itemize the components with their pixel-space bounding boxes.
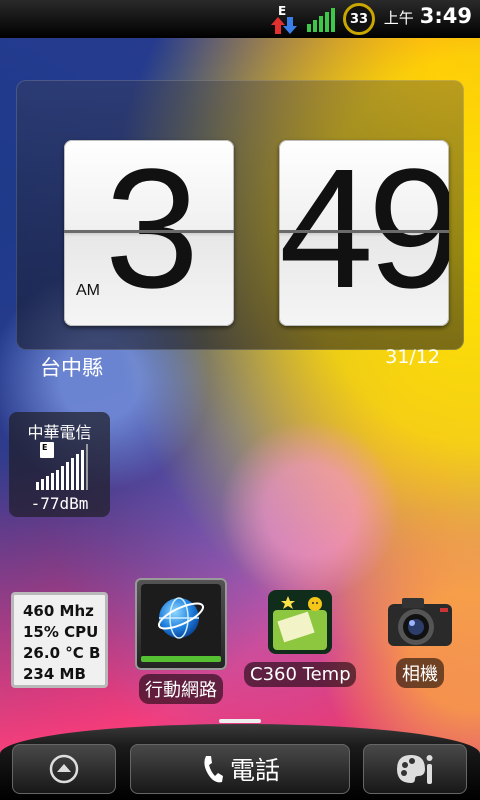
flip-clock-minutes: 49 <box>279 140 449 326</box>
app-label: C360 Temp <box>244 662 356 687</box>
mobile-data-status-bar <box>141 656 221 662</box>
data-network-icon: E <box>271 4 297 34</box>
app-mobile-network[interactable]: 行動網路 <box>134 578 228 708</box>
app-camera[interactable]: 相機 <box>384 596 456 692</box>
camera-icon <box>388 598 452 646</box>
app-c360-temp[interactable]: C360 Temp <box>243 590 357 691</box>
battery-icon: 33 <box>343 3 375 35</box>
phone-label: 電話 <box>229 756 280 785</box>
flip-clock-hours: 3 AM <box>64 140 234 326</box>
cpu-usage: 15% CPU <box>23 623 99 641</box>
app-label: 相機 <box>396 658 444 688</box>
date-label: 31/12 <box>385 346 440 368</box>
page-indicator[interactable] <box>219 719 261 723</box>
mobile-network-toggle <box>135 578 227 670</box>
flip-hinge <box>64 230 234 233</box>
app-label: 行動網路 <box>139 674 223 704</box>
signal-bars-icon: E <box>36 442 88 490</box>
location-label: 台中縣 <box>40 356 103 380</box>
flip-hinge <box>279 230 449 233</box>
personalize-icon <box>397 755 433 784</box>
signal-dbm: -77dBm <box>30 494 89 513</box>
signal-network-type: E <box>42 443 47 452</box>
c360-icon <box>268 590 332 654</box>
status-clock: 上午 3:49 <box>384 4 472 28</box>
clock-am-pm: AM <box>76 282 100 299</box>
status-bar[interactable]: E 33 上午 3:49 <box>0 0 480 38</box>
status-time-period: 上午 <box>383 9 414 27</box>
signal-widget[interactable]: 中華電信 E -77dBm <box>9 412 110 517</box>
phone-icon <box>204 756 223 783</box>
all-apps-button[interactable] <box>12 744 116 794</box>
phone-button[interactable]: 電話 <box>130 744 350 794</box>
mobile-network-globe-icon <box>157 597 205 639</box>
system-info-widget[interactable]: 460 Mhz 15% CPU 26.0 °C B 234 MB <box>11 592 108 688</box>
battery-temperature: 26.0 °C B <box>23 644 101 662</box>
cpu-frequency: 460 Mhz <box>23 602 94 620</box>
clock-weather-widget[interactable]: 3 AM 49 台中縣 31/12 <box>16 80 464 380</box>
signal-strength-icon <box>307 8 335 32</box>
personalize-button[interactable] <box>363 744 467 794</box>
up-arrow-icon <box>49 754 79 784</box>
free-memory: 234 MB <box>23 665 86 683</box>
status-time: 3:49 <box>419 4 472 28</box>
